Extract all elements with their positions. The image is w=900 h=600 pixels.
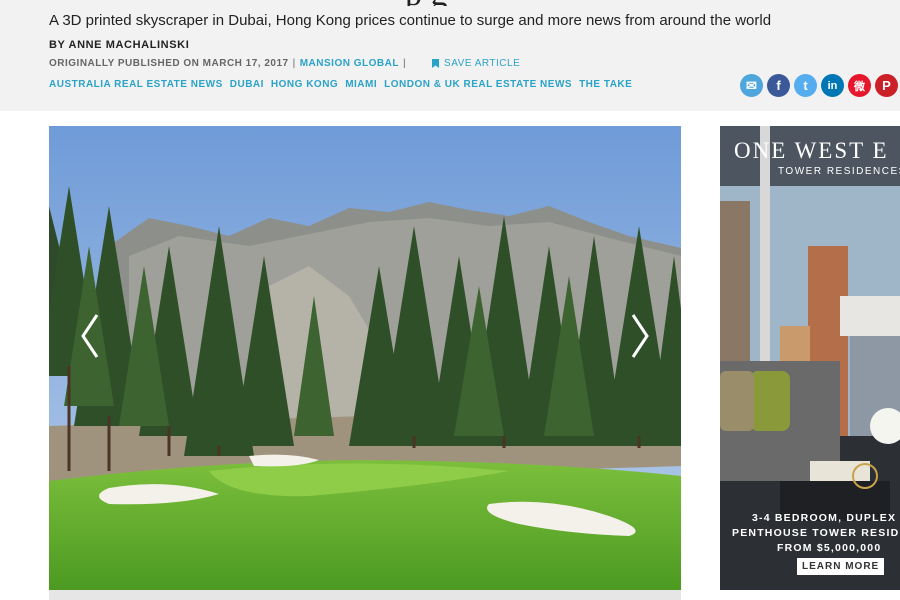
tag-link[interactable]: LONDON & UK REAL ESTATE NEWS [384, 79, 572, 90]
ad-title: ONE WEST E [734, 138, 889, 163]
gallery-photo [49, 126, 681, 590]
headline-fragment: p g [405, 0, 505, 6]
published-date: ORIGINALLY PUBLISHED ON MARCH 17, 2017 [49, 58, 289, 69]
article-header: p g A 3D printed skyscraper in Dubai, Ho… [0, 0, 900, 111]
email-icon[interactable]: ✉ [740, 74, 763, 97]
save-article-label: SAVE ARTICLE [444, 58, 521, 69]
twitter-icon[interactable]: t [794, 74, 817, 97]
tag-link[interactable]: AUSTRALIA REAL ESTATE NEWS [49, 79, 223, 90]
facebook-icon[interactable]: f [767, 74, 790, 97]
pinterest-icon[interactable]: P [875, 74, 898, 97]
tag-link[interactable]: THE TAKE [579, 79, 632, 90]
golf-course-image [49, 126, 681, 590]
separator: | [402, 58, 407, 69]
ad-line-1: 3-4 BEDROOM, DUPLEX [752, 512, 897, 524]
caption-strip [49, 590, 681, 600]
weibo-icon[interactable]: 微 [848, 74, 871, 97]
tag-list: AUSTRALIA REAL ESTATE NEWS DUBAI HONG KO… [49, 79, 639, 90]
bookmark-icon [432, 59, 440, 68]
tag-link[interactable]: HONG KONG [271, 79, 338, 90]
save-article-button[interactable]: SAVE ARTICLE [430, 58, 520, 69]
ad-line-2: PENTHOUSE TOWER RESID [732, 527, 900, 539]
ad-line-3: FROM $5,000,000 [777, 542, 882, 554]
source-link[interactable]: MANSION GLOBAL [300, 58, 399, 69]
ad-subtitle: TOWER RESIDENCES [778, 166, 900, 177]
share-bar: ✉ f t in 微 P [740, 74, 900, 97]
learn-more-button[interactable]: LEARN MORE [797, 558, 885, 575]
tag-link[interactable]: MIAMI [345, 79, 377, 90]
byline: BY ANNE MACHALINSKI [49, 39, 190, 51]
gallery-next-button[interactable] [627, 311, 653, 361]
separator: | [292, 58, 296, 69]
linkedin-icon[interactable]: in [821, 74, 844, 97]
gallery-prev-button[interactable] [77, 311, 103, 361]
tag-link[interactable]: DUBAI [230, 79, 264, 90]
advertisement[interactable]: ONE WEST E TOWER RESIDENCES 3-4 BEDROOM,… [720, 126, 900, 590]
article-dek: A 3D printed skyscraper in Dubai, Hong K… [49, 12, 772, 29]
publication-info: ORIGINALLY PUBLISHED ON MARCH 17, 2017 |… [49, 58, 520, 69]
